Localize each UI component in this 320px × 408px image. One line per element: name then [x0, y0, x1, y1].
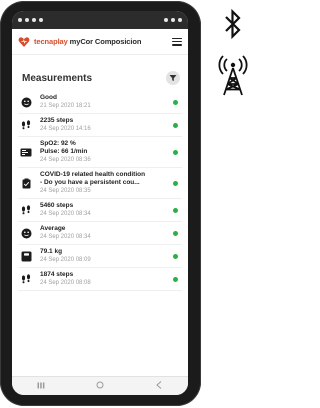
measurement-row[interactable]: 2235 steps 24 Sep 2020 14:16	[18, 114, 182, 137]
status-indicator	[173, 99, 178, 105]
measurements-header: Measurements	[12, 67, 188, 89]
measurement-row[interactable]: Good 21 Sep 2020 18:21	[18, 91, 182, 114]
clipboard-icon	[18, 171, 34, 195]
measurement-row[interactable]: Average 24 Sep 2020 08:34	[18, 222, 182, 245]
signal-icon	[171, 18, 175, 22]
navigation-bar	[12, 376, 188, 395]
footsteps-icon	[18, 202, 34, 218]
measurement-text: 2235 steps 24 Sep 2020 14:16	[40, 117, 182, 133]
status-indicator	[173, 230, 178, 236]
notification-icon	[18, 18, 22, 22]
footsteps-icon	[18, 117, 34, 133]
measurement-title: 2235 steps	[40, 117, 74, 124]
screenshot-canvas: tecnaplay myCor Composicion Measurements…	[0, 0, 259, 408]
measurement-title: 1874 steps	[40, 271, 74, 278]
measurement-text: 79.1 kg 24 Sep 2020 08:09	[40, 248, 182, 264]
app-title: tecnaplay myCor Composicion	[34, 37, 141, 46]
notification-icon	[39, 18, 43, 22]
pulse-oximeter-icon	[18, 140, 34, 164]
measurement-title: 5460 steps	[40, 202, 74, 209]
notification-icon	[25, 18, 29, 22]
measurement-date: 24 Sep 2020 08:09	[40, 257, 91, 263]
section-title: Measurements	[22, 72, 93, 84]
weight-scale-icon	[18, 248, 34, 264]
bluetooth-icon	[225, 8, 241, 40]
mood-face-icon	[18, 225, 34, 241]
measurement-row[interactable]: 79.1 kg 24 Sep 2020 08:09	[18, 245, 182, 268]
filter-button[interactable]	[166, 71, 180, 85]
measurement-date: 24 Sep 2020 14:16	[40, 126, 91, 132]
status-indicator	[173, 122, 178, 128]
status-left-icons	[18, 18, 43, 22]
phone-frame: tecnaplay myCor Composicion Measurements…	[0, 1, 201, 406]
phone-screen: tecnaplay myCor Composicion Measurements…	[12, 11, 188, 395]
measurement-title: Average	[40, 225, 66, 232]
measurement-row[interactable]: 1874 steps 24 Sep 2020 08:08	[18, 268, 182, 291]
measurement-title: SpO2: 92 %	[40, 140, 76, 147]
measurement-date: 24 Sep 2020 08:36	[40, 157, 91, 163]
measurement-date: 24 Sep 2020 08:08	[40, 280, 91, 286]
hamburger-menu-icon[interactable]	[172, 37, 182, 46]
status-indicator	[173, 149, 178, 155]
measurement-detail: Pulse: 66 1/min	[40, 148, 88, 155]
measurement-title: COVID-19 related health condition	[40, 171, 146, 178]
mood-face-icon	[18, 94, 34, 110]
measurement-title: Good	[40, 94, 57, 101]
footsteps-icon	[18, 271, 34, 287]
measurements-list: Good 21 Sep 2020 18:21 2235 steps 24 Sep 20…	[18, 91, 182, 291]
recent-apps-icon[interactable]	[31, 382, 51, 391]
wifi-icon	[164, 18, 168, 22]
app-bar: tecnaplay myCor Composicion	[12, 29, 188, 55]
back-icon[interactable]	[149, 381, 169, 391]
measurement-date: 24 Sep 2020 08:34	[40, 234, 91, 240]
measurement-text: 1874 steps 24 Sep 2020 08:08	[40, 271, 182, 287]
measurement-text: 5460 steps 24 Sep 2020 08:34	[40, 202, 182, 218]
status-indicator	[173, 276, 178, 282]
measurement-row[interactable]: 5460 steps 24 Sep 2020 08:34	[18, 199, 182, 222]
measurement-row[interactable]: COVID-19 related health condition - Do yo…	[18, 168, 182, 199]
status-indicator	[173, 207, 178, 213]
measurement-date: 21 Sep 2020 18:21	[40, 103, 91, 109]
measurement-date: 24 Sep 2020 08:35	[40, 188, 91, 194]
measurement-text: Average 24 Sep 2020 08:34	[40, 225, 182, 241]
measurement-detail: - Do you have a persistent cou...	[40, 179, 140, 186]
status-indicator	[173, 253, 178, 259]
notification-icon	[32, 18, 36, 22]
status-right-icons	[164, 18, 182, 22]
status-indicator	[173, 180, 178, 186]
battery-icon	[178, 18, 182, 22]
app-title-rest: myCor Composicion	[67, 37, 142, 46]
measurement-row[interactable]: SpO2: 92 % Pulse: 66 1/min 24 Sep 2020 08:…	[18, 137, 182, 168]
measurement-date: 24 Sep 2020 08:34	[40, 211, 91, 217]
filter-icon	[169, 75, 177, 81]
app-title-brand: tecnaplay	[34, 37, 68, 46]
measurement-text: Good 21 Sep 2020 18:21	[40, 94, 182, 110]
home-icon[interactable]	[90, 381, 110, 391]
measurement-title: 79.1 kg	[40, 248, 63, 255]
measurement-text: COVID-19 related health condition - Do yo…	[40, 171, 182, 195]
heart-icon	[18, 36, 30, 47]
cell-tower-icon	[218, 55, 248, 96]
status-bar	[12, 11, 188, 29]
measurement-text: SpO2: 92 % Pulse: 66 1/min 24 Sep 2020 08:…	[40, 140, 182, 164]
